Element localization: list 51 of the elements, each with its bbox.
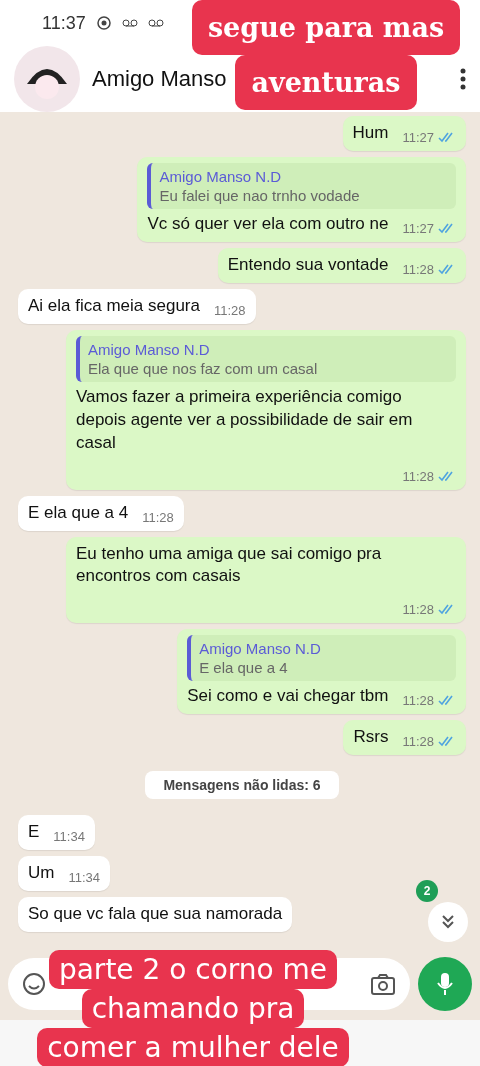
message-text: Vc só quer ver ela com outro ne [147,212,389,235]
message-time: 11:28 [142,509,174,525]
quoted-message[interactable]: Amigo Manso N.D Ela que que nos faz com um casal [76,335,456,382]
message-time: 11:28 [402,468,434,484]
caption-overlay: segue para mas [191,0,461,55]
scroll-down-button[interactable] [428,902,468,942]
unread-divider: Mensagens não lidas: 6 [145,771,339,800]
quote-text: Ela que que nos faz com um casal [88,359,319,377]
message-text: So que vc fala que sua namorada [28,903,283,926]
message-text: E ela que a 4 [28,501,129,524]
quoted-message[interactable]: Amigo Manso N.D Eu falei que nao trnho vodade [147,162,456,209]
emoji-icon[interactable] [22,972,46,996]
quoted-message[interactable]: Amigo Manso N.D E ela que a 4 [187,635,456,682]
message-text: Ai ela fica meia segura [28,294,200,317]
message-text: Eu tenho uma amiga que sai comigo pra encontros com casais [76,542,383,588]
voicemail-icon [147,18,164,28]
quote-author: Amigo Manso N.D [88,340,211,358]
quote-text: E ela que a 4 [199,659,289,677]
double-chevron-icon [440,914,456,930]
voicemail-icon [121,18,138,28]
message-time: 11:27 [402,220,434,236]
camera-icon[interactable] [370,972,396,996]
unread-count-badge: 2 [416,880,438,902]
caption-overlay: aventuras [235,55,417,110]
microphone-button[interactable] [418,957,472,1011]
message-time: 11:34 [68,870,101,886]
caption-overlay: parte 2 o corno me [48,950,338,989]
microphone-icon [437,972,453,996]
quote-text: Eu falei que nao trnho vodade [159,186,361,204]
quote-author: Amigo Manso N.D [159,167,283,185]
message-text: E [28,821,40,844]
message-time: 11:28 [402,261,434,277]
menu-icon[interactable] [460,68,466,90]
message-text: Sei como e vai chegar tbm [187,685,389,708]
message-text: Entendo sua vontade [227,253,389,276]
caption-overlay: chamando pra [81,989,305,1028]
message-time: 11:34 [53,829,85,845]
quote-author: Amigo Manso N.D [199,640,322,658]
message-time: 11:27 [402,129,434,145]
message-time: 11:28 [214,302,246,318]
message-time: 11:28 [402,693,434,709]
status-time: 11:37 [42,12,86,34]
message-time: 11:28 [402,602,434,618]
message-text: Um [28,862,55,885]
contact-name[interactable]: Amigo Manso [92,66,227,92]
message-time: 11:28 [402,734,434,750]
caption-overlay: comer a mulher dele [37,1028,349,1066]
record-icon [95,15,112,31]
message-text: Hum [352,122,389,144]
message-text: Rsrs [353,726,389,749]
message-text: Vamos fazer a primeira experiência comigo depois agente ver a possibilidade de sair em casal [76,385,414,454]
